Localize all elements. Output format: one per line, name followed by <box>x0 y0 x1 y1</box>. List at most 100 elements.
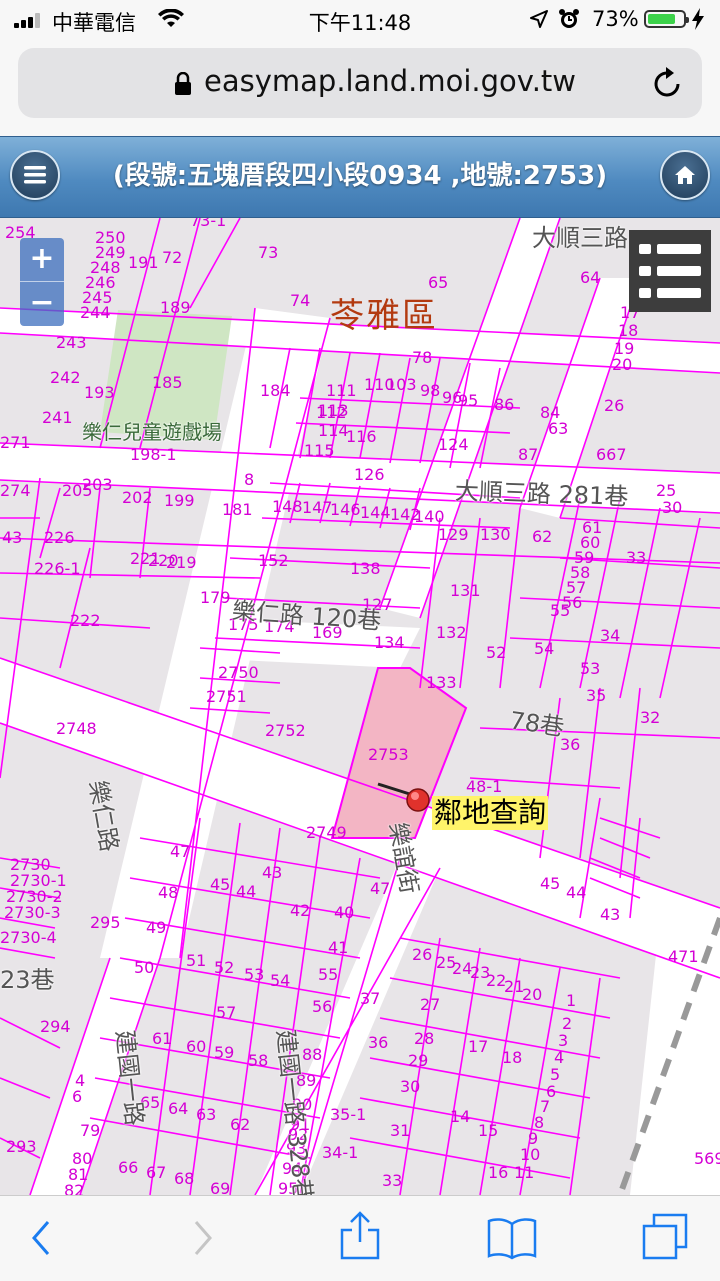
svg-text:112: 112 <box>316 403 347 422</box>
home-button[interactable] <box>660 150 710 200</box>
svg-text:144: 144 <box>360 503 391 522</box>
svg-text:87: 87 <box>518 445 538 464</box>
zoom-control: + − <box>20 238 64 326</box>
svg-text:28: 28 <box>414 1029 434 1048</box>
back-icon[interactable] <box>28 1216 54 1260</box>
svg-text:30: 30 <box>662 498 682 517</box>
svg-text:59: 59 <box>214 1043 234 1062</box>
svg-text:20: 20 <box>612 355 632 374</box>
svg-text:67: 67 <box>146 1163 166 1182</box>
url-text: easymap.land.moi.gov.tw <box>204 64 577 98</box>
svg-text:53: 53 <box>580 659 600 678</box>
svg-text:2748: 2748 <box>56 719 97 738</box>
svg-text:2749: 2749 <box>306 823 347 842</box>
zoom-in-button[interactable]: + <box>20 238 64 282</box>
svg-text:35: 35 <box>586 686 606 705</box>
svg-text:55: 55 <box>318 965 338 984</box>
share-icon[interactable] <box>338 1210 382 1262</box>
reload-icon[interactable] <box>652 66 684 100</box>
svg-text:271: 271 <box>0 433 31 452</box>
svg-text:191: 191 <box>128 253 159 272</box>
lock-icon <box>175 72 191 95</box>
layers-button[interactable] <box>629 230 711 312</box>
svg-text:8: 8 <box>244 470 254 489</box>
battery-percent: 73% <box>592 7 639 31</box>
svg-text:184: 184 <box>260 381 291 400</box>
svg-text:11: 11 <box>514 1163 534 1182</box>
svg-text:30: 30 <box>400 1077 420 1096</box>
svg-text:42: 42 <box>290 901 310 920</box>
svg-text:32: 32 <box>640 708 660 727</box>
signal-icon <box>14 12 44 28</box>
svg-text:61: 61 <box>152 1029 172 1048</box>
svg-text:294: 294 <box>40 1017 71 1036</box>
svg-text:79: 79 <box>80 1121 100 1140</box>
url-field[interactable]: easymap.land.moi.gov.tw <box>18 48 702 118</box>
svg-text:185: 185 <box>152 373 183 392</box>
svg-text:115: 115 <box>304 441 335 460</box>
svg-text:37: 37 <box>360 989 380 1008</box>
svg-text:57: 57 <box>216 1003 236 1022</box>
svg-text:45: 45 <box>210 875 230 894</box>
map-canvas[interactable]: 254 250249248246245244 73-17372191189 74 6… <box>0 218 720 1195</box>
svg-text:18: 18 <box>502 1048 522 1067</box>
forward-icon[interactable] <box>190 1216 216 1260</box>
svg-text:203: 203 <box>82 475 113 494</box>
svg-text:34-1: 34-1 <box>322 1143 358 1162</box>
svg-text:148: 148 <box>272 497 303 516</box>
alarm-icon <box>559 9 579 28</box>
svg-text:26: 26 <box>604 396 624 415</box>
svg-text:2751: 2751 <box>206 687 247 706</box>
svg-text:86: 86 <box>494 395 514 414</box>
svg-text:33: 33 <box>626 548 646 567</box>
road-label-dashun-lane: 大順三路 281巷 <box>454 476 629 512</box>
svg-text:43: 43 <box>2 528 22 547</box>
svg-text:131: 131 <box>450 581 481 600</box>
svg-text:64: 64 <box>580 268 600 287</box>
svg-text:48: 48 <box>158 883 178 902</box>
svg-text:133: 133 <box>426 673 457 692</box>
svg-text:147: 147 <box>302 498 333 517</box>
svg-text:63: 63 <box>196 1105 216 1124</box>
svg-text:73: 73 <box>258 243 278 262</box>
svg-text:295: 295 <box>90 913 121 932</box>
zoom-out-button[interactable]: − <box>20 282 64 325</box>
svg-text:189: 189 <box>160 298 191 317</box>
cadastral-map[interactable]: 254 250 249 248 246 245 244 73-1 73 72 191 189 74 6… <box>0 218 720 1195</box>
svg-text:62: 62 <box>532 527 552 546</box>
svg-text:69: 69 <box>210 1179 230 1195</box>
svg-text:202: 202 <box>122 488 153 507</box>
bookmarks-icon[interactable] <box>486 1216 538 1260</box>
svg-text:56: 56 <box>312 997 332 1016</box>
svg-text:126: 126 <box>354 465 385 484</box>
district-label: 苓雅區 <box>330 296 438 336</box>
svg-text:219: 219 <box>166 553 197 572</box>
svg-text:44: 44 <box>566 883 586 902</box>
svg-text:2730-4: 2730-4 <box>0 928 57 947</box>
svg-text:138: 138 <box>350 559 381 578</box>
svg-text:198-1: 198-1 <box>130 445 177 464</box>
svg-text:43: 43 <box>600 905 620 924</box>
svg-text:129: 129 <box>438 525 469 544</box>
svg-text:146: 146 <box>330 500 361 519</box>
marker-label[interactable]: 鄰地查詢 <box>432 796 549 830</box>
svg-text:29: 29 <box>408 1051 428 1070</box>
svg-text:82: 82 <box>64 1181 84 1195</box>
svg-text:241: 241 <box>42 408 73 427</box>
svg-text:35-1: 35-1 <box>330 1105 366 1124</box>
svg-text:20: 20 <box>522 985 542 1004</box>
svg-text:222: 222 <box>70 611 101 630</box>
svg-text:51: 51 <box>186 951 206 970</box>
svg-text:52: 52 <box>214 958 234 977</box>
svg-text:74: 74 <box>290 291 310 310</box>
svg-text:2750: 2750 <box>218 663 259 682</box>
svg-text:44: 44 <box>236 882 256 901</box>
browser-address-bar: easymap.land.moi.gov.tw <box>0 40 720 136</box>
svg-text:103: 103 <box>386 375 417 394</box>
location-icon <box>530 10 548 28</box>
menu-button[interactable] <box>10 150 60 200</box>
svg-text:130: 130 <box>480 525 511 544</box>
svg-text:47: 47 <box>370 879 390 898</box>
tabs-icon[interactable] <box>640 1212 690 1262</box>
svg-text:15: 15 <box>478 1121 498 1140</box>
